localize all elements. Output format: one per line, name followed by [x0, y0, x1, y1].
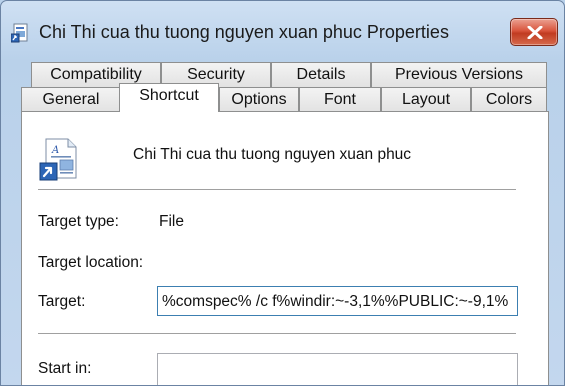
shortcut-properties-icon: [10, 23, 31, 43]
target-location-label: Target location:: [38, 254, 144, 271]
tab-details[interactable]: Details: [271, 62, 371, 87]
target-input[interactable]: %comspec% /c f%windir:~-3,1%%PUBLIC:~-9,…: [157, 286, 518, 316]
divider: [38, 189, 516, 190]
properties-window: Chi Thi cua thu tuong nguyen xuan phuc P…: [0, 0, 565, 386]
close-icon: [527, 26, 543, 39]
target-label: Target:: [38, 293, 86, 310]
tab-shortcut[interactable]: Shortcut: [119, 83, 219, 112]
target-type-label: Target type:: [38, 213, 119, 230]
tab-colors[interactable]: Colors: [471, 87, 547, 112]
start-in-label: Start in:: [38, 360, 92, 377]
tab-general[interactable]: General: [21, 87, 121, 112]
divider: [38, 333, 516, 334]
document-shortcut-icon: A: [38, 138, 82, 182]
start-in-input[interactable]: [157, 353, 518, 385]
tab-font[interactable]: Font: [299, 87, 381, 112]
close-button[interactable]: [510, 18, 558, 46]
target-type-value: File: [159, 213, 184, 230]
tab-options[interactable]: Options: [219, 87, 299, 112]
tab-previous-versions[interactable]: Previous Versions: [371, 62, 547, 87]
window-title: Chi Thi cua thu tuong nguyen xuan phuc P…: [39, 22, 449, 42]
tab-layout[interactable]: Layout: [381, 87, 471, 112]
title-bar[interactable]: Chi Thi cua thu tuong nguyen xuan phuc P…: [1, 1, 564, 61]
shortcut-file-name: Chi Thi cua thu tuong nguyen xuan phuc: [133, 146, 412, 163]
svg-text:A: A: [51, 145, 59, 156]
